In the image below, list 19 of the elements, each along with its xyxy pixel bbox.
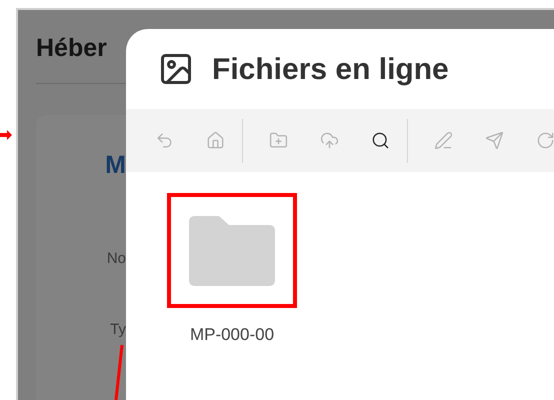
folder-item[interactable] — [167, 193, 297, 308]
refresh-icon — [536, 131, 554, 150]
home-icon — [206, 131, 224, 150]
arrow-head-icon — [0, 130, 12, 140]
image-icon — [158, 51, 194, 87]
pencil-icon — [434, 131, 452, 150]
field-label: No — [106, 249, 126, 269]
cloud-upload-icon — [320, 131, 338, 150]
folder-icon — [189, 216, 275, 286]
undo-icon — [154, 131, 174, 150]
dialog-title: Fichiers en ligne — [212, 52, 449, 88]
search-icon — [370, 131, 390, 150]
page-heading: Héber — [36, 36, 108, 61]
folder-name: MP-000-00 — [190, 324, 274, 346]
folder-plus-icon — [268, 131, 288, 150]
paper-plane-icon — [484, 131, 504, 150]
field-label: Ty — [110, 320, 126, 340]
card-title: M — [105, 153, 126, 178]
annotation-line — [114, 344, 124, 400]
